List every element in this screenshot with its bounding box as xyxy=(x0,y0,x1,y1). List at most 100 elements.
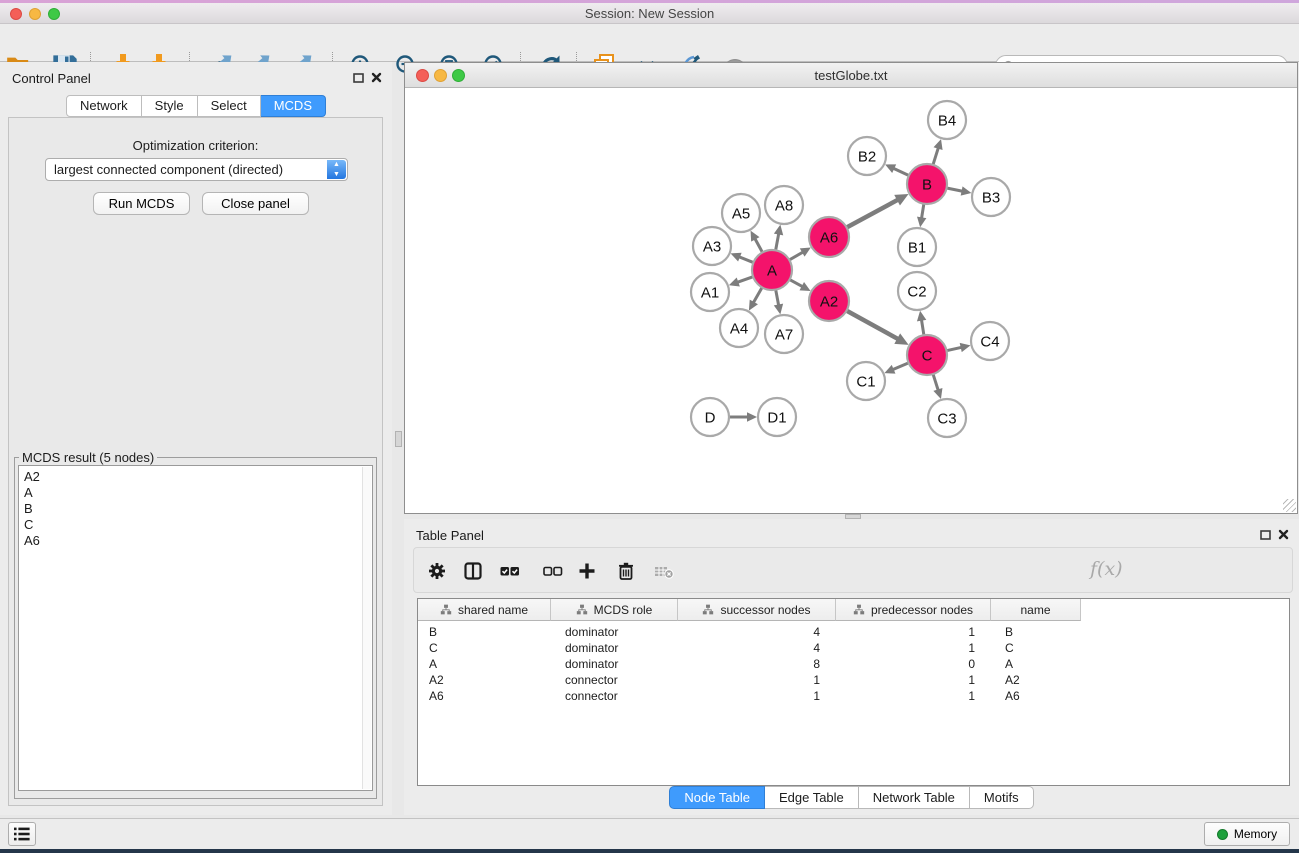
column-header-shared-name[interactable]: shared name xyxy=(418,599,551,621)
table-cell: B xyxy=(418,625,551,639)
tab-node-table[interactable]: Node Table xyxy=(669,786,765,809)
float-panel-icon[interactable] xyxy=(353,73,364,83)
list-icon xyxy=(13,826,31,842)
tab-mcds[interactable]: MCDS xyxy=(261,95,326,117)
mcds-result-item[interactable]: B xyxy=(24,501,372,517)
graph-edge-A-A1[interactable] xyxy=(737,277,753,283)
delete-columns-button[interactable] xyxy=(613,558,639,584)
node-label: A2 xyxy=(820,293,838,310)
create-new-column-button[interactable] xyxy=(574,558,600,584)
graph-edge-B-B2[interactable] xyxy=(893,168,909,175)
table-row[interactable]: Bdominator41B xyxy=(418,624,1289,640)
tab-network[interactable]: Network xyxy=(66,95,142,117)
graph-edge-A-A6[interactable] xyxy=(789,252,803,260)
table-settings-button[interactable] xyxy=(424,558,450,584)
graph-edge-C-C3[interactable] xyxy=(933,374,938,390)
graph-edge-A-A8[interactable] xyxy=(776,234,779,251)
tab-select[interactable]: Select xyxy=(198,95,261,117)
destroy-table-button[interactable] xyxy=(651,558,677,584)
table-cell: dominator xyxy=(551,625,678,639)
column-header-label: MCDS role xyxy=(594,603,653,617)
vertical-splitter-grip[interactable] xyxy=(395,431,402,447)
close-panel-icon[interactable] xyxy=(371,72,382,83)
table-row[interactable]: A6connector11A6 xyxy=(418,688,1289,704)
graph-edge-B-B1[interactable] xyxy=(922,204,924,219)
graph-node-A7[interactable]: A7 xyxy=(765,315,803,353)
mcds-result-list[interactable]: A2ABCA6 xyxy=(18,465,373,791)
graph-edge-A-A3[interactable] xyxy=(739,257,754,263)
graph-edge-B-B3[interactable] xyxy=(947,188,963,191)
tab-style[interactable]: Style xyxy=(142,95,198,117)
graph-edge-A-A4[interactable] xyxy=(753,287,762,302)
graph-node-C4[interactable]: C4 xyxy=(971,322,1009,360)
graph-edge-C-C2[interactable] xyxy=(921,320,923,336)
graph-node-A2[interactable]: A2 xyxy=(809,281,849,321)
memory-button[interactable]: Memory xyxy=(1204,822,1290,846)
graph-edge-B-B4[interactable] xyxy=(933,148,938,165)
node-table-header: shared name MCDS role successor nodesprede… xyxy=(418,599,1289,621)
mcds-result-item[interactable]: C xyxy=(24,517,372,533)
graph-node-A8[interactable]: A8 xyxy=(765,186,803,224)
edge-arrowhead xyxy=(917,217,926,228)
graph-node-B2[interactable]: B2 xyxy=(848,137,886,175)
graph-node-A4[interactable]: A4 xyxy=(720,309,758,347)
table-cell: 1 xyxy=(836,673,991,687)
network-window-titlebar[interactable]: testGlobe.txt xyxy=(405,63,1297,88)
tab-network-table[interactable]: Network Table xyxy=(859,786,970,809)
graph-node-B[interactable]: B xyxy=(907,164,947,204)
mcds-result-item[interactable]: A6 xyxy=(24,533,372,549)
tab-edge-table[interactable]: Edge Table xyxy=(765,786,859,809)
graph-node-C[interactable]: C xyxy=(907,335,947,375)
float-panel-icon[interactable] xyxy=(1260,530,1271,540)
run-mcds-button[interactable]: Run MCDS xyxy=(93,192,190,215)
table-row[interactable]: Cdominator41C xyxy=(418,640,1289,656)
close-panel-button[interactable]: Close panel xyxy=(202,192,309,215)
column-header-name[interactable]: name xyxy=(991,599,1081,621)
table-cell: 1 xyxy=(836,689,991,703)
graph-node-A6[interactable]: A6 xyxy=(809,217,849,257)
function-builder-button[interactable]: f(x) xyxy=(1090,558,1123,580)
graph-edge-A-A7[interactable] xyxy=(776,290,779,306)
window-resize-corner[interactable] xyxy=(1283,499,1296,512)
graph-edge-A2-C[interactable] xyxy=(847,311,899,339)
graph-node-D1[interactable]: D1 xyxy=(758,398,796,436)
table-row[interactable]: Adominator80A xyxy=(418,656,1289,672)
task-history-button[interactable] xyxy=(8,822,36,846)
table-cell: A xyxy=(418,657,551,671)
graph-node-B1[interactable]: B1 xyxy=(898,228,936,266)
graph-node-A3[interactable]: A3 xyxy=(693,227,731,265)
mcds-result-item[interactable]: A2 xyxy=(24,469,372,485)
graph-node-D[interactable]: D xyxy=(691,398,729,436)
graph-edge-C-C4[interactable] xyxy=(947,347,962,350)
table-cell: A6 xyxy=(418,689,551,703)
close-panel-icon[interactable] xyxy=(1278,529,1289,540)
graph-node-A[interactable]: A xyxy=(752,250,792,290)
show-column-panel-button[interactable] xyxy=(460,558,486,584)
graph-edge-A-A5[interactable] xyxy=(755,238,763,252)
graph-node-B3[interactable]: B3 xyxy=(972,178,1010,216)
mcds-result-item[interactable]: A xyxy=(24,485,372,501)
select-all-columns-button[interactable] xyxy=(497,558,523,584)
graph-edge-A-A2[interactable] xyxy=(790,280,803,287)
tab-motifs[interactable]: Motifs xyxy=(970,786,1034,809)
graph-node-A1[interactable]: A1 xyxy=(691,273,729,311)
graph-node-C2[interactable]: C2 xyxy=(898,272,936,310)
scrollbar-track[interactable] xyxy=(362,467,371,789)
table-row[interactable]: A2connector11A2 xyxy=(418,672,1289,688)
node-label: B4 xyxy=(938,112,956,129)
optimization-select[interactable]: largest connected component (directed) ▲… xyxy=(45,158,348,181)
column-header-MCDS-role[interactable]: MCDS role xyxy=(551,599,678,621)
edge-arrowhead xyxy=(774,225,783,236)
graph-node-A5[interactable]: A5 xyxy=(722,194,760,232)
graph-edge-C-C1[interactable] xyxy=(893,363,909,370)
graph-node-C3[interactable]: C3 xyxy=(928,399,966,437)
column-header-successor-nodes[interactable]: successor nodes xyxy=(678,599,836,621)
network-canvas[interactable]: A A1 A3A5A8 A4A7 A6 A2 B B2 B4 B3 B1 C C2 C4 C1 C3 D D1 xyxy=(405,88,1297,513)
graph-node-C1[interactable]: C1 xyxy=(847,362,885,400)
node-label: A1 xyxy=(701,284,719,301)
graph-edge-A6-B[interactable] xyxy=(847,200,898,228)
unselect-all-columns-button[interactable] xyxy=(540,558,566,584)
column-header-predecessor-nodes[interactable]: predecessor nodes xyxy=(836,599,991,621)
edge-arrowhead xyxy=(933,388,942,399)
graph-node-B4[interactable]: B4 xyxy=(928,101,966,139)
